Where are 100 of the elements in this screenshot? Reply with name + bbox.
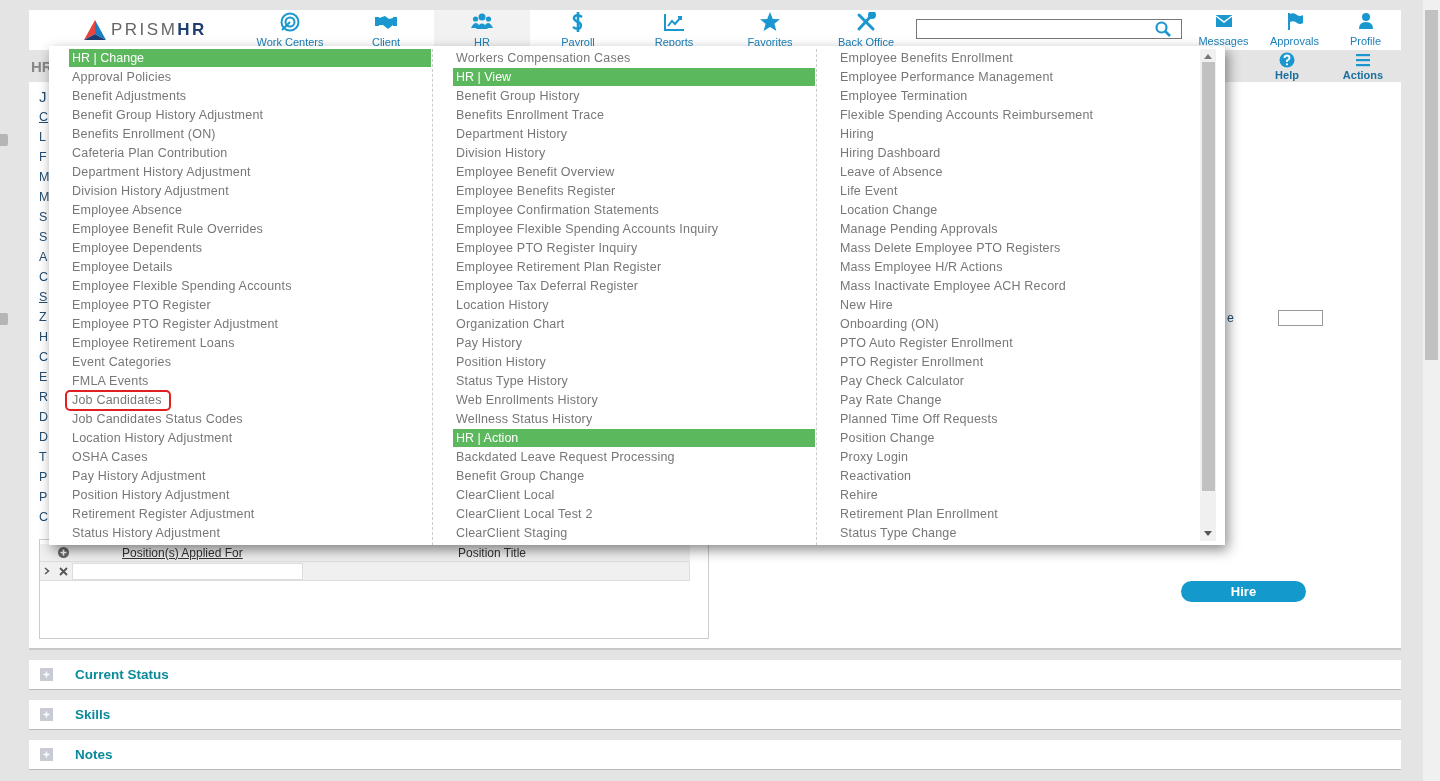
menu-item[interactable]: Hiring: [837, 125, 1200, 144]
menu-item[interactable]: Web Enrollments History: [453, 391, 816, 410]
menu-item[interactable]: Pay History: [453, 334, 816, 353]
expand-icon[interactable]: [40, 748, 53, 761]
section-bar[interactable]: Notes: [29, 740, 1401, 770]
menu-item[interactable]: Mass Employee H/R Actions: [837, 258, 1200, 277]
search-icon[interactable]: [1155, 21, 1171, 37]
menu-item[interactable]: Event Categories: [69, 353, 432, 372]
menu-item[interactable]: Workers Compensation Cases: [453, 49, 816, 68]
menu-item[interactable]: Status Type Change: [837, 524, 1200, 543]
toolbar-button[interactable]: Help: [1249, 51, 1325, 81]
menu-item[interactable]: Benefits Enrollment (ON): [69, 125, 432, 144]
scrollbar[interactable]: [1423, 0, 1440, 781]
menu-item[interactable]: Employee Retirement Loans: [69, 334, 432, 353]
expand-icon[interactable]: [40, 668, 53, 681]
menu-item[interactable]: Benefits Enrollment Trace: [453, 106, 816, 125]
menu-item[interactable]: Manage Pending Approvals: [837, 220, 1200, 239]
menu-item[interactable]: Employee Confirmation Statements: [453, 201, 816, 220]
menu-item[interactable]: Organization Chart: [453, 315, 816, 334]
chevron-icon[interactable]: [44, 567, 50, 575]
add-icon[interactable]: [58, 547, 69, 558]
menu-item[interactable]: Employee Benefits Register: [453, 182, 816, 201]
menu-item[interactable]: Benefit Group History Adjustment: [69, 106, 432, 125]
menu-item[interactable]: Benefit Adjustments: [69, 87, 432, 106]
menu-item[interactable]: Position History Adjustment: [69, 486, 432, 505]
menu-item[interactable]: ClearClient Staging: [453, 524, 816, 543]
menu-item[interactable]: Employee Retirement Plan Register: [453, 258, 816, 277]
scroll-up-icon[interactable]: [1204, 54, 1212, 59]
menu-item[interactable]: Life Event: [837, 182, 1200, 201]
menu-item[interactable]: Position Change: [837, 429, 1200, 448]
menu-item[interactable]: Benefit Group History: [453, 87, 816, 106]
scroll-down-icon[interactable]: [1204, 531, 1212, 536]
side-handle[interactable]: [0, 134, 8, 146]
menu-item[interactable]: Planned Time Off Requests: [837, 410, 1200, 429]
menu-item[interactable]: Employee Dependents: [69, 239, 432, 258]
search-field[interactable]: [916, 19, 1182, 39]
menu-item[interactable]: OSHA Cases: [69, 448, 432, 467]
field-link[interactable]: C: [39, 107, 49, 127]
menu-item[interactable]: Department History: [453, 125, 816, 144]
nav-item[interactable]: Payroll: [530, 10, 626, 50]
menu-item[interactable]: Employee Termination: [837, 87, 1200, 106]
hire-button[interactable]: Hire: [1181, 581, 1306, 602]
nav-item[interactable]: Client: [338, 10, 434, 50]
menu-item[interactable]: ClearClient Local: [453, 486, 816, 505]
menu-item[interactable]: FMLA Events: [69, 372, 432, 391]
menu-item[interactable]: Location Change: [837, 201, 1200, 220]
menu-item[interactable]: Employee Benefits Enrollment: [837, 49, 1200, 68]
menu-item[interactable]: Employee Benefit Rule Overrides: [69, 220, 432, 239]
nav-item[interactable]: Reports: [626, 10, 722, 50]
menu-item[interactable]: Location History Adjustment: [69, 429, 432, 448]
menu-item[interactable]: Retirement Register Adjustment: [69, 505, 432, 524]
menu-item[interactable]: Employee PTO Register: [69, 296, 432, 315]
menu-item[interactable]: Mass Inactivate Employee ACH Record: [837, 277, 1200, 296]
menu-item[interactable]: Proxy Login: [837, 448, 1200, 467]
nav-item[interactable]: Approvals: [1259, 10, 1330, 50]
menu-item[interactable]: Employee Benefit Overview: [453, 163, 816, 182]
menu-item[interactable]: Pay History Adjustment: [69, 467, 432, 486]
menu-item[interactable]: Division History: [453, 144, 816, 163]
nav-item[interactable]: Work Centers: [242, 10, 338, 50]
menu-item[interactable]: Onboarding (ON): [837, 315, 1200, 334]
menu-item[interactable]: Employee PTO Register Inquiry: [453, 239, 816, 258]
menu-item[interactable]: Status Type History: [453, 372, 816, 391]
menu-item[interactable]: Employee Details: [69, 258, 432, 277]
menu-item[interactable]: Retirement Plan Enrollment: [837, 505, 1200, 524]
menu-item[interactable]: Employee Absence: [69, 201, 432, 220]
side-handle[interactable]: [0, 313, 8, 325]
section-bar[interactable]: Skills: [29, 700, 1401, 730]
menu-item[interactable]: Job Candidates Status Codes: [69, 410, 432, 429]
menu-item[interactable]: Job Candidates: [66, 391, 170, 410]
menu-item[interactable]: Approval Policies: [69, 68, 432, 87]
scrollbar[interactable]: [1200, 49, 1216, 541]
menu-item[interactable]: PTO Register Enrollment: [837, 353, 1200, 372]
menu-item[interactable]: Backdated Leave Request Processing: [453, 448, 816, 467]
menu-item[interactable]: Department History Adjustment: [69, 163, 432, 182]
menu-item[interactable]: Employee Performance Management: [837, 68, 1200, 87]
menu-item[interactable]: Mass Delete Employee PTO Registers: [837, 239, 1200, 258]
table-input[interactable]: [72, 562, 303, 580]
menu-item[interactable]: Status History Adjustment: [69, 524, 432, 543]
field-link[interactable]: S: [39, 287, 48, 307]
menu-item[interactable]: Pay Rate Change: [837, 391, 1200, 410]
column-header[interactable]: Position(s) Applied For: [122, 545, 458, 560]
menu-item[interactable]: Reactivation: [837, 467, 1200, 486]
menu-item[interactable]: Benefit Group Change: [453, 467, 816, 486]
delete-icon[interactable]: [59, 566, 68, 576]
expand-icon[interactable]: [40, 708, 53, 721]
menu-item[interactable]: Leave of Absence: [837, 163, 1200, 182]
menu-item[interactable]: Pay Check Calculator: [837, 372, 1200, 391]
section-bar[interactable]: Current Status: [29, 660, 1401, 690]
menu-item[interactable]: Rehire: [837, 486, 1200, 505]
menu-item[interactable]: Employee Tax Deferral Register: [453, 277, 816, 296]
nav-item[interactable]: Favorites: [722, 10, 818, 50]
menu-item[interactable]: PTO Auto Register Enrollment: [837, 334, 1200, 353]
menu-item[interactable]: ClearClient Local Test 2: [453, 505, 816, 524]
menu-item[interactable]: Hiring Dashboard: [837, 144, 1200, 163]
menu-item[interactable]: Employee Flexible Spending Accounts: [69, 277, 432, 296]
menu-item[interactable]: New Hire: [837, 296, 1200, 315]
nav-item[interactable]: Profile: [1330, 10, 1401, 50]
nav-item[interactable]: Back Office: [818, 10, 914, 50]
menu-item[interactable]: Employee PTO Register Adjustment: [69, 315, 432, 334]
menu-item[interactable]: Division History Adjustment: [69, 182, 432, 201]
